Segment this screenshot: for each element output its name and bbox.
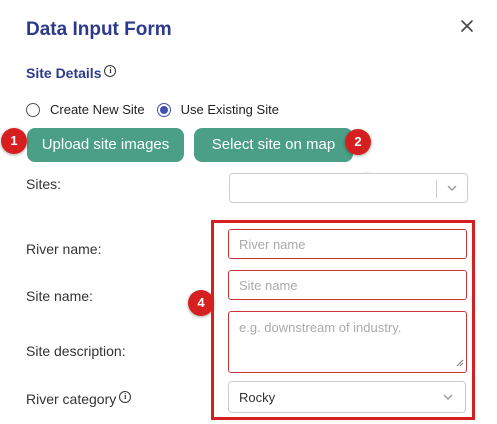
select-site-on-map-button[interactable]: Select site on map bbox=[194, 128, 353, 162]
section-title: Site Details i bbox=[26, 65, 117, 81]
site-description-textarea[interactable]: e.g. downstream of industry. bbox=[228, 311, 467, 373]
resize-handle-icon[interactable] bbox=[456, 355, 464, 370]
select-separator bbox=[436, 180, 437, 198]
upload-site-images-button[interactable]: Upload site images bbox=[27, 128, 184, 162]
site-description-placeholder: e.g. downstream of industry. bbox=[239, 320, 402, 335]
radio-create-new-site[interactable] bbox=[26, 102, 40, 117]
river-category-select[interactable]: Rocky bbox=[228, 381, 466, 413]
info-icon[interactable]: i bbox=[119, 391, 132, 403]
river-name-input[interactable]: River name bbox=[228, 229, 467, 259]
river-category-value: Rocky bbox=[239, 389, 276, 405]
section-title-text: Site Details bbox=[26, 65, 102, 81]
sites-label: Sites: bbox=[26, 176, 62, 192]
site-name-input[interactable]: Site name bbox=[228, 270, 467, 300]
form-title: Data Input Form bbox=[26, 19, 172, 40]
river-name-label: River name: bbox=[26, 241, 102, 257]
info-icon[interactable]: i bbox=[104, 65, 117, 77]
chevron-down-icon[interactable] bbox=[445, 181, 459, 200]
site-name-label: Site name: bbox=[26, 288, 93, 304]
river-category-label: River category i bbox=[26, 391, 132, 407]
radio-create-label[interactable]: Create New Site bbox=[50, 102, 145, 117]
site-mode-radio-group: Create New Site Use Existing Site bbox=[26, 102, 291, 117]
river-category-label-text: River category bbox=[26, 391, 117, 407]
close-icon[interactable] bbox=[458, 17, 476, 35]
radio-existing-label[interactable]: Use Existing Site bbox=[181, 102, 279, 117]
radio-use-existing-site[interactable] bbox=[156, 102, 171, 117]
site-name-placeholder: Site name bbox=[239, 277, 298, 293]
site-description-label: Site description: bbox=[26, 343, 126, 359]
annotation-marker-1: 1 bbox=[1, 128, 27, 154]
annotation-marker-2: 2 bbox=[345, 129, 371, 155]
chevron-down-icon[interactable] bbox=[441, 390, 455, 407]
sites-select[interactable] bbox=[229, 173, 468, 203]
river-name-placeholder: River name bbox=[239, 236, 306, 252]
